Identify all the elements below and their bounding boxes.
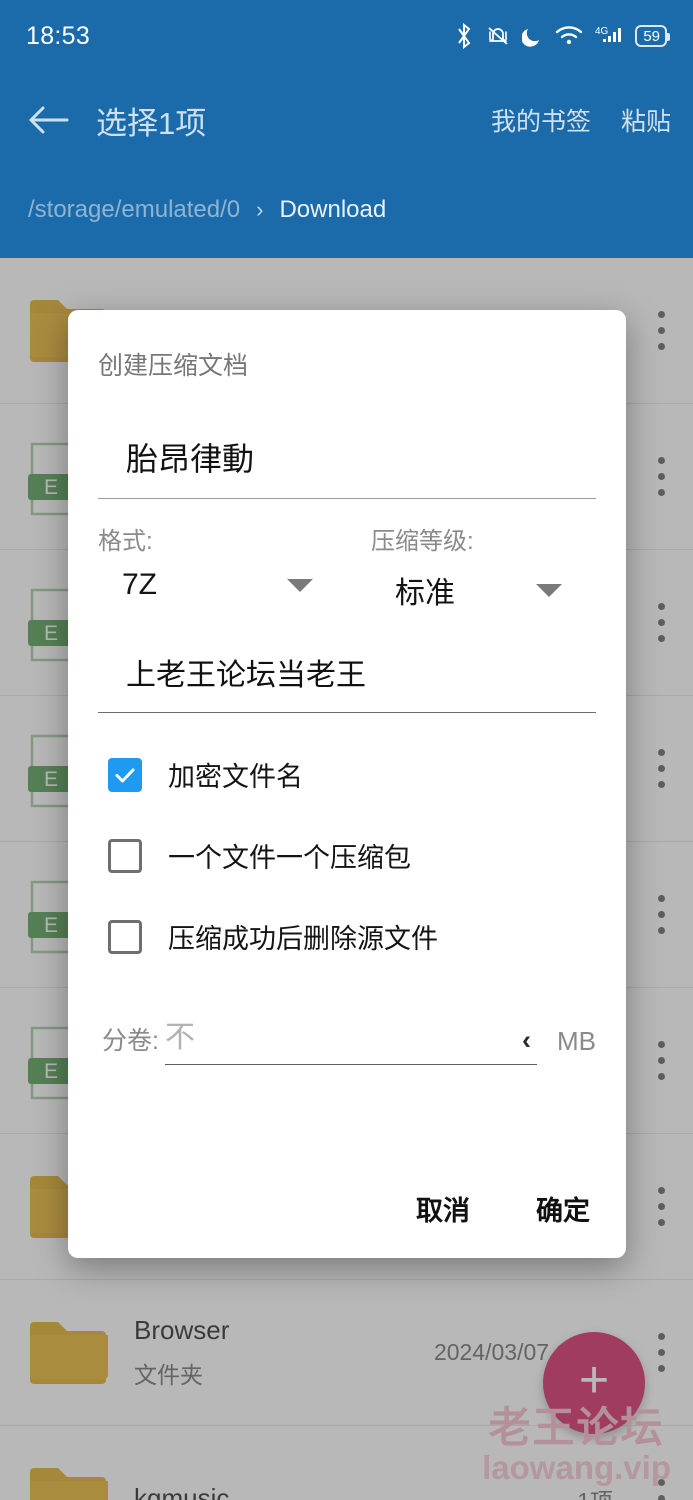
format-column: 格式: 7Z — [98, 521, 347, 612]
status-icons: 4G 59 — [454, 23, 670, 49]
password-input[interactable]: 上老王论坛当老王 — [98, 650, 596, 713]
checkbox-label: 压缩成功后删除源文件 — [168, 924, 438, 954]
breadcrumb-root[interactable]: /storage/emulated/0 — [28, 196, 240, 224]
confirm-button[interactable]: 确定 — [536, 1189, 590, 1228]
level-dropdown[interactable]: 标准 — [371, 568, 596, 612]
format-value: 7Z — [122, 568, 158, 601]
action-bar: 选择1项 我的书签 粘贴 — [0, 80, 693, 160]
page-title: 选择1项 — [96, 105, 207, 141]
phone-screen: BaiduNetdisk 6项 E E — [0, 0, 693, 1500]
split-unit: MB — [557, 1026, 596, 1056]
split-label: 分卷: — [102, 1027, 159, 1055]
bluetooth-icon — [458, 23, 471, 49]
level-value: 标准 — [395, 577, 455, 610]
do-not-disturb-moon-icon — [522, 29, 540, 47]
breadcrumb: /storage/emulated/0 › Download — [28, 196, 386, 224]
split-size-input[interactable]: 不 ‹ — [164, 1012, 537, 1065]
cancel-button[interactable]: 取消 — [416, 1189, 470, 1228]
checkbox-unchecked-icon — [108, 838, 142, 873]
paste-button[interactable]: 粘贴 — [621, 102, 671, 138]
chevron-down-icon — [287, 578, 313, 592]
breadcrumb-current[interactable]: Download — [279, 196, 386, 224]
back-button[interactable] — [0, 104, 96, 136]
chevron-down-icon — [536, 583, 562, 597]
breadcrumb-separator-icon: › — [256, 197, 264, 222]
status-bar: 18:53 4G 59 — [0, 0, 693, 72]
checkbox-label: 一个文件一个压缩包 — [168, 843, 411, 873]
password-value: 上老王论坛当老王 — [126, 659, 366, 692]
back-arrow-icon — [29, 106, 69, 134]
checkbox-encrypt-filenames[interactable]: 加密文件名 — [98, 755, 596, 794]
format-label: 格式: — [98, 528, 153, 555]
level-label: 压缩等级: — [371, 528, 474, 555]
checkbox-checked-icon — [108, 757, 142, 792]
split-volume-row: 分卷: 不 ‹ MB — [98, 1012, 596, 1065]
format-dropdown[interactable]: 7Z — [98, 568, 347, 602]
checkbox-one-archive-per-file[interactable]: 一个文件一个压缩包 — [98, 836, 596, 875]
archive-name-input[interactable]: 胎昂律動 — [98, 434, 596, 499]
archive-name-value: 胎昂律動 — [126, 441, 255, 477]
chevron-left-icon[interactable]: ‹ — [522, 1025, 537, 1056]
signal-4g-icon: 4G — [595, 26, 622, 42]
svg-text:4G: 4G — [595, 26, 609, 37]
checkbox-unchecked-icon — [108, 919, 142, 954]
format-level-row: 格式: 7Z 压缩等级: 标准 — [98, 521, 596, 612]
dialog-actions: 取消 确定 — [416, 1189, 590, 1228]
my-bookmarks-button[interactable]: 我的书签 — [491, 102, 591, 138]
split-placeholder: 不 — [164, 1021, 195, 1054]
battery-level: 59 — [643, 27, 660, 45]
vibrate-icon — [488, 27, 508, 45]
wifi-icon — [556, 26, 583, 45]
battery-icon: 59 — [635, 25, 670, 47]
checkbox-delete-source-after[interactable]: 压缩成功后删除源文件 — [98, 917, 596, 956]
create-archive-dialog: 创建压缩文档 胎昂律動 格式: 7Z 压缩等级: 标准 上老王论坛当老王 加密文… — [68, 310, 626, 1258]
status-clock: 18:53 — [26, 21, 91, 50]
dialog-title: 创建压缩文档 — [98, 352, 249, 380]
level-column: 压缩等级: 标准 — [347, 521, 596, 612]
checkbox-label: 加密文件名 — [168, 762, 303, 792]
top-app-bar: 18:53 4G 59 选择1项 我的书签 粘贴 /storage/emulat… — [0, 0, 693, 258]
